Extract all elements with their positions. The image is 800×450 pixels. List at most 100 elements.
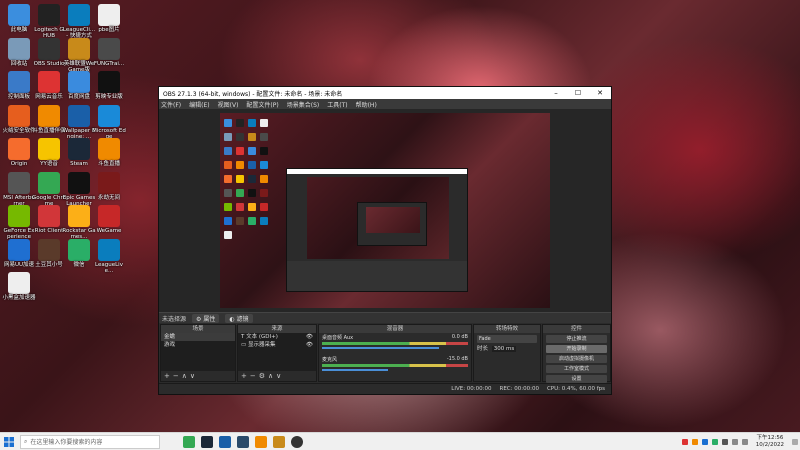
scenes-dock-toolbar[interactable]: +−∧∨ <box>161 371 235 381</box>
start-recording-button[interactable]: 开始录制 <box>546 345 607 353</box>
desktop-icon[interactable]: Google Chrome <box>32 171 66 208</box>
app-taskbar-icon[interactable] <box>237 435 249 448</box>
desktop-icon[interactable]: 英雄联盟WeGame版 <box>62 37 96 74</box>
explorer-taskbar-icon[interactable] <box>219 435 231 448</box>
desktop-icon[interactable]: 网易UU加速 <box>2 238 36 268</box>
desktop-icon[interactable]: YY语音 <box>32 138 66 167</box>
preview-mini-icon <box>248 203 256 211</box>
minimize-icon[interactable]: – <box>545 89 567 97</box>
obs-titlebar[interactable]: OBS 27.1.3 (64-bit, windows) - 配置文件: 未命名… <box>159 87 611 99</box>
close-icon[interactable]: ✕ <box>589 89 611 97</box>
obs-taskbar-icon[interactable] <box>291 435 303 448</box>
desktop-icon[interactable]: 斗鱼直播伴侣 <box>32 104 66 134</box>
app-icon <box>38 4 60 26</box>
desktop-icon[interactable]: 此电脑 <box>2 4 36 33</box>
desktop-icon[interactable]: 微信 <box>62 238 96 268</box>
mixer-dock: 混音器 桌面音频 Aux 0.0 dB 麦克风 -15.0 dB <box>318 324 472 382</box>
desktop-icon[interactable]: Microsoft Edge <box>92 104 126 141</box>
source-item[interactable]: ▭ 显示器采集 👁 <box>238 341 316 349</box>
desktop-icon[interactable]: LeagueCli... - 快捷方式 <box>62 4 96 40</box>
desktop-icon[interactable]: LeagueLive... <box>92 238 126 275</box>
properties-button[interactable]: ⚙ 属性 <box>192 313 220 323</box>
app-icon <box>8 4 30 26</box>
chrome-taskbar-icon[interactable] <box>183 435 195 448</box>
notification-icon[interactable] <box>792 438 798 445</box>
eye-icon[interactable]: 👁 <box>306 334 313 340</box>
source-item[interactable]: T 文本 (GDI+) 👁 <box>238 333 316 341</box>
desktop-icon[interactable]: MSI Afterburner <box>2 171 36 208</box>
menu-tools[interactable]: 工具(T) <box>327 100 347 109</box>
tray-icon[interactable] <box>691 438 698 445</box>
desktop-icon-label: 微信 <box>73 261 85 268</box>
stop-streaming-button[interactable]: 停止推流 <box>546 335 607 343</box>
start-virtual-camera-button[interactable]: 启动虚拟摄像机 <box>546 355 607 363</box>
preview-canvas[interactable] <box>159 109 611 312</box>
tray-icon[interactable] <box>721 438 728 445</box>
sources-dock-toolbar[interactable]: +−⚙∧∨ <box>238 371 316 381</box>
league-taskbar-icon[interactable] <box>273 435 285 448</box>
desktop-icon[interactable]: Rockstar Games... <box>62 205 96 241</box>
tray-icon[interactable] <box>701 438 708 445</box>
desktop-icon[interactable]: Riot Client <box>32 205 66 234</box>
desktop-icon[interactable]: 剪映专业版 <box>92 71 126 100</box>
desktop-icon[interactable]: Wallpaper Engine: ... <box>62 104 96 141</box>
network-icon[interactable] <box>731 438 738 445</box>
app-icon <box>68 71 90 93</box>
no-source-label: 未选择源 <box>162 315 187 323</box>
desktop-icon[interactable]: WeGame <box>92 205 126 234</box>
desktop-icon[interactable]: Epic Games Launcher <box>62 171 96 208</box>
obs-window[interactable]: OBS 27.1.3 (64-bit, windows) - 配置文件: 未命名… <box>158 86 612 395</box>
douyu-taskbar-icon[interactable] <box>255 435 267 448</box>
mixer-dock-title: 混音器 <box>319 325 471 333</box>
transition-select[interactable]: Fade <box>477 335 537 343</box>
duration-input[interactable]: 300 ms <box>491 346 517 352</box>
controls-dock: 控件 停止推流 开始录制 启动虚拟摄像机 工作室模式 设置 <box>542 324 611 383</box>
menu-profile[interactable]: 配置文件(P) <box>246 100 278 109</box>
menu-help[interactable]: 帮助(H) <box>356 100 377 109</box>
maximize-icon[interactable]: ☐ <box>567 89 589 97</box>
studio-mode-button[interactable]: 工作室模式 <box>546 365 607 373</box>
menu-scene-collection[interactable]: 场景集合(S) <box>287 100 320 109</box>
obs-menubar: 文件(F) 编辑(E) 视图(V) 配置文件(P) 场景集合(S) 工具(T) … <box>159 99 611 109</box>
scene-item[interactable]: 金蟾 <box>161 333 235 341</box>
desktop-icon[interactable]: GeForce Experience <box>2 205 36 241</box>
preview-mini-icon <box>248 133 256 141</box>
menu-file[interactable]: 文件(F) <box>161 100 181 109</box>
taskbar-search[interactable]: ⌕ 在这里输入你要搜索的内容 <box>20 434 160 449</box>
desktop-icon[interactable]: 控制面板 <box>2 71 36 100</box>
menu-view[interactable]: 视图(V) <box>218 100 239 109</box>
preview-mini-icon <box>224 119 232 127</box>
preview-mini-icon <box>224 161 232 169</box>
volume-meter <box>322 342 468 345</box>
tray-icon[interactable] <box>681 438 688 445</box>
desktop-icon[interactable]: OBS Studio <box>32 37 66 67</box>
preview-mini-icon <box>260 119 268 127</box>
desktop-icon[interactable]: FUNGTrai... <box>92 37 126 67</box>
desktop-icon[interactable]: 斗鱼直播 <box>92 138 126 167</box>
desktop-icon[interactable]: 永劫无间 <box>92 171 126 201</box>
menu-edit[interactable]: 编辑(E) <box>189 100 209 109</box>
tray-icon[interactable] <box>711 438 718 445</box>
desktop-icon[interactable]: pbe图片 <box>92 4 126 33</box>
eye-icon[interactable]: 👁 <box>306 342 313 348</box>
desktop-icon[interactable]: 火绒安全软件 <box>2 104 36 134</box>
steam-taskbar-icon[interactable] <box>201 435 213 448</box>
scene-item[interactable]: 游戏 <box>161 341 235 349</box>
desktop-icon-label: 网易云音乐 <box>35 94 63 100</box>
settings-button[interactable]: 设置 <box>546 375 607 383</box>
volume-slider[interactable] <box>322 347 439 349</box>
volume-icon[interactable] <box>741 438 748 445</box>
preview-mini-icon <box>248 147 256 155</box>
desktop-icon[interactable]: 回收站 <box>2 37 36 67</box>
start-button[interactable] <box>0 433 18 450</box>
desktop-icon[interactable]: Logitech G HUB <box>32 4 66 40</box>
clock[interactable]: 下午12:56 10/2/2022 <box>756 435 784 449</box>
app-icon <box>68 37 90 60</box>
desktop-icon[interactable]: Steam <box>62 138 96 167</box>
desktop-icon[interactable]: Origin <box>2 138 36 167</box>
desktop-icon[interactable]: 百度网盘 <box>62 71 96 100</box>
desktop-icon[interactable]: 小黑盒加速器 <box>2 272 36 301</box>
filters-button[interactable]: ◐ 滤镜 <box>225 313 253 323</box>
desktop-icon[interactable]: 土豆其小号 <box>32 238 66 268</box>
desktop-icon[interactable]: 网易云音乐 <box>32 71 66 100</box>
